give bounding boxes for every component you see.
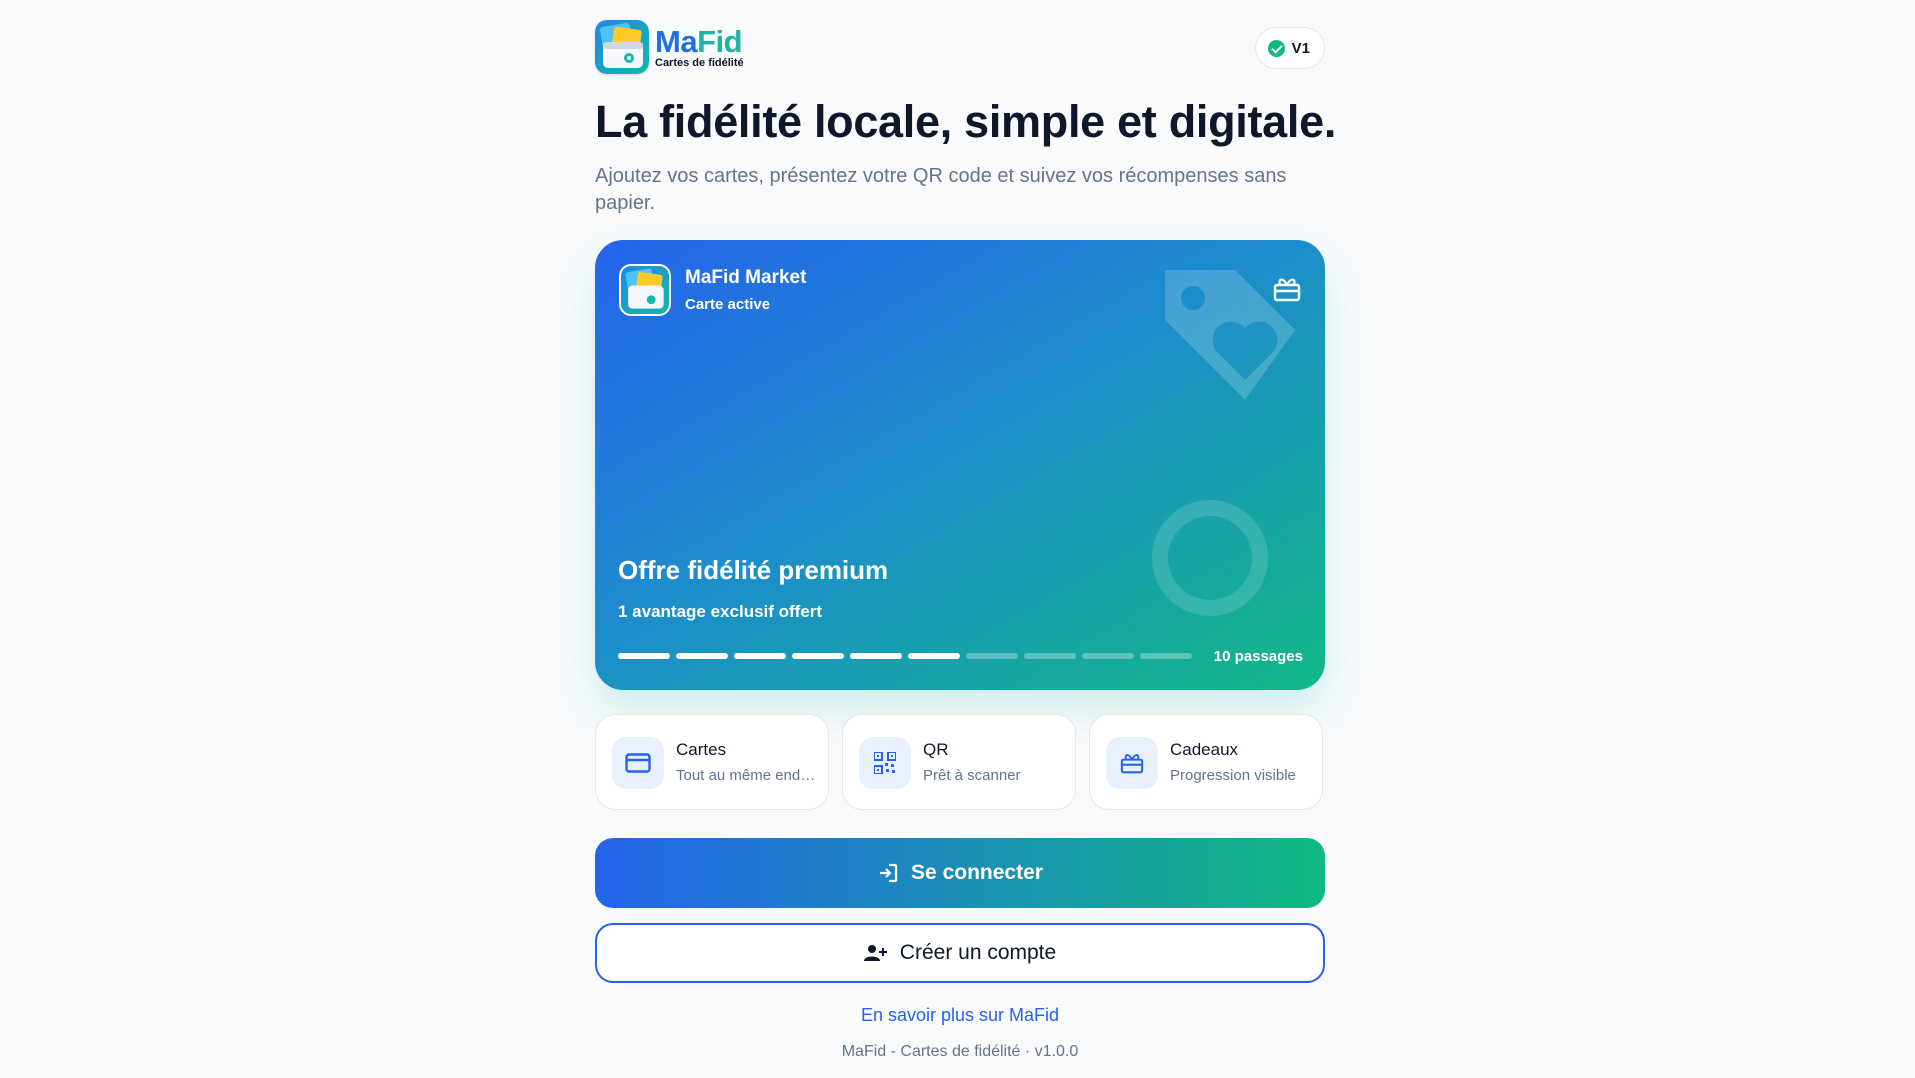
hero-title: La fidélité locale, simple et digitale. <box>595 96 1337 147</box>
progress-segment-filled <box>734 653 786 659</box>
feature-qr[interactable]: QR Prêt à scanner <box>842 714 1076 810</box>
credit-card-icon <box>612 737 664 789</box>
feature-description: Progression visible <box>1170 767 1296 784</box>
feature-title: QR <box>923 740 949 759</box>
merchant-name: MaFid Market <box>685 267 807 288</box>
qr-code-icon <box>859 737 911 789</box>
brand-name: MaFid <box>655 23 743 59</box>
login-icon <box>880 863 898 883</box>
learn-more-link[interactable]: En savoir plus sur MaFid <box>595 1005 1325 1026</box>
feature-title: Cartes <box>676 740 727 759</box>
progress-segment-filled <box>908 653 960 659</box>
progress-segment-filled <box>850 653 902 659</box>
progress-segment-filled <box>676 653 728 659</box>
offer-title: Offre fidélité premium <box>618 555 889 585</box>
merchant-logo-icon <box>619 264 671 316</box>
progress-segment-filled <box>792 653 844 659</box>
gift-icon <box>1273 278 1301 302</box>
offer-subtitle: 1 avantage exclusif offert <box>618 602 823 621</box>
ring-decoration <box>1152 500 1268 616</box>
progress-segment-empty <box>1082 653 1134 659</box>
feature-cards[interactable]: Cartes Tout au même endroit <box>595 714 829 810</box>
register-button[interactable]: Créer un compte <box>595 923 1325 983</box>
landing-page: MaFid Cartes de fidélité V1 La fidélité … <box>0 0 1915 1078</box>
feature-description: Tout au même endroit <box>676 767 816 784</box>
feature-title: Cadeaux <box>1170 740 1239 759</box>
passes-count: 10 passages <box>1213 648 1303 665</box>
version-label: V1 <box>1291 39 1310 57</box>
progress-segment-empty <box>1140 653 1192 659</box>
register-label: Créer un compte <box>899 941 1057 964</box>
hero-subtitle: Ajoutez vos cartes, présentez votre QR c… <box>595 165 1287 214</box>
progress-segment-empty <box>966 653 1018 659</box>
verified-check-icon <box>1267 39 1285 57</box>
brand[interactable]: MaFid Cartes de fidélité <box>595 20 744 74</box>
brand-tagline: Cartes de fidélité <box>655 56 744 69</box>
app-logo-icon <box>595 20 649 74</box>
progress-segment-filled <box>618 653 670 659</box>
login-label: Se connecter <box>911 861 1043 884</box>
gift-icon <box>1106 737 1158 789</box>
header: MaFid Cartes de fidélité V1 <box>595 20 1325 76</box>
progress-segment-empty <box>1024 653 1076 659</box>
add-user-icon <box>863 945 887 961</box>
feature-description: Prêt à scanner <box>923 767 1021 784</box>
loyalty-card-preview: MaFid Market Carte active Offre fidélité… <box>595 240 1325 690</box>
card-status: Carte active <box>685 296 771 313</box>
login-button[interactable]: Se connecter <box>595 838 1325 908</box>
footer-text: MaFid - Cartes de fidélité · v1.0.0 <box>841 1043 1079 1060</box>
feature-rewards[interactable]: Cadeaux Progression visible <box>1089 714 1323 810</box>
stamp-progress-bar <box>618 653 1192 659</box>
version-badge[interactable]: V1 <box>1254 27 1325 69</box>
feature-list: Cartes Tout au même endroit QR Prêt à sc… <box>595 714 1325 810</box>
